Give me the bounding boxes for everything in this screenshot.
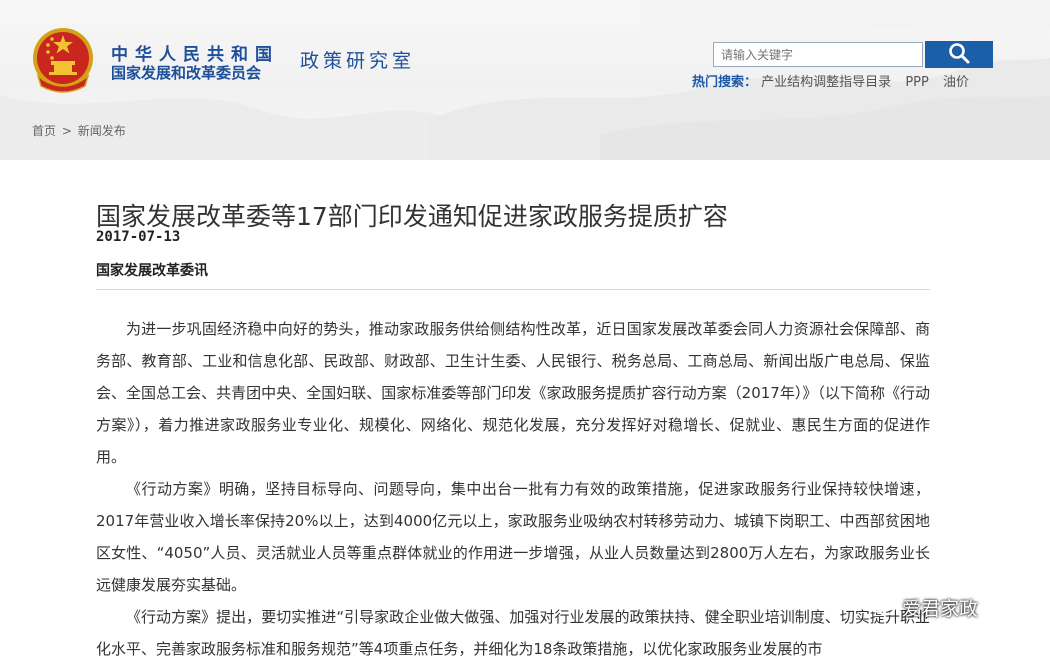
article-paragraph: 《行动方案》提出，要切实推进“引导家政企业做大做强、加强对行业发展的政策扶持、健… [96,608,930,658]
article-body: 为进一步巩固经济稳中向好的势头，推动家政服务供给侧结构性改革，近日国家发展改革委… [96,313,930,665]
wechat-watermark: 爱君家政 [866,592,978,623]
breadcrumb-home-link[interactable]: 首页 [32,124,56,138]
breadcrumb: 首页 > 新闻发布 [32,122,126,139]
watermark-text: 爱君家政 [902,598,979,620]
hot-search-label: 热门搜索： [692,75,758,90]
wechat-icon [866,592,902,623]
hot-keyword-link[interactable]: PPP [905,75,929,90]
breadcrumb-separator: > [61,124,72,138]
title-divider [96,289,930,290]
article-paragraph: 《行动方案》明确，坚持目标导向、问题导向，集中出台一批有力有效的政策措施，促进家… [96,480,930,594]
search-input[interactable] [713,42,923,67]
site-header: 中华人民共和国 国家发展和改革委员会 政策研究室 热门搜索： 产业结构调整指导目… [0,0,1050,160]
national-emblem-icon [30,26,96,94]
search-button[interactable] [925,41,993,68]
article-date: 2017-07-13 [96,229,181,245]
breadcrumb-current-link[interactable]: 新闻发布 [78,124,126,138]
search-icon [948,42,970,67]
department-name: 政策研究室 [300,50,416,72]
hot-keyword-link[interactable]: 油价 [943,75,969,90]
article-source: 国家发展改革委讯 [96,263,208,279]
article-paragraph: 为进一步巩固经济稳中向好的势头，推动家政服务供给侧结构性改革，近日国家发展改革委… [96,320,930,466]
hot-keyword-link[interactable]: 产业结构调整指导目录 [761,75,891,90]
article-title: 国家发展改革委等17部门印发通知促进家政服务提质扩容 [96,201,728,231]
org-name-line2: 国家发展和改革委员会 [111,64,262,82]
hot-search: 热门搜索： 产业结构调整指导目录 PPP 油价 [692,71,979,90]
